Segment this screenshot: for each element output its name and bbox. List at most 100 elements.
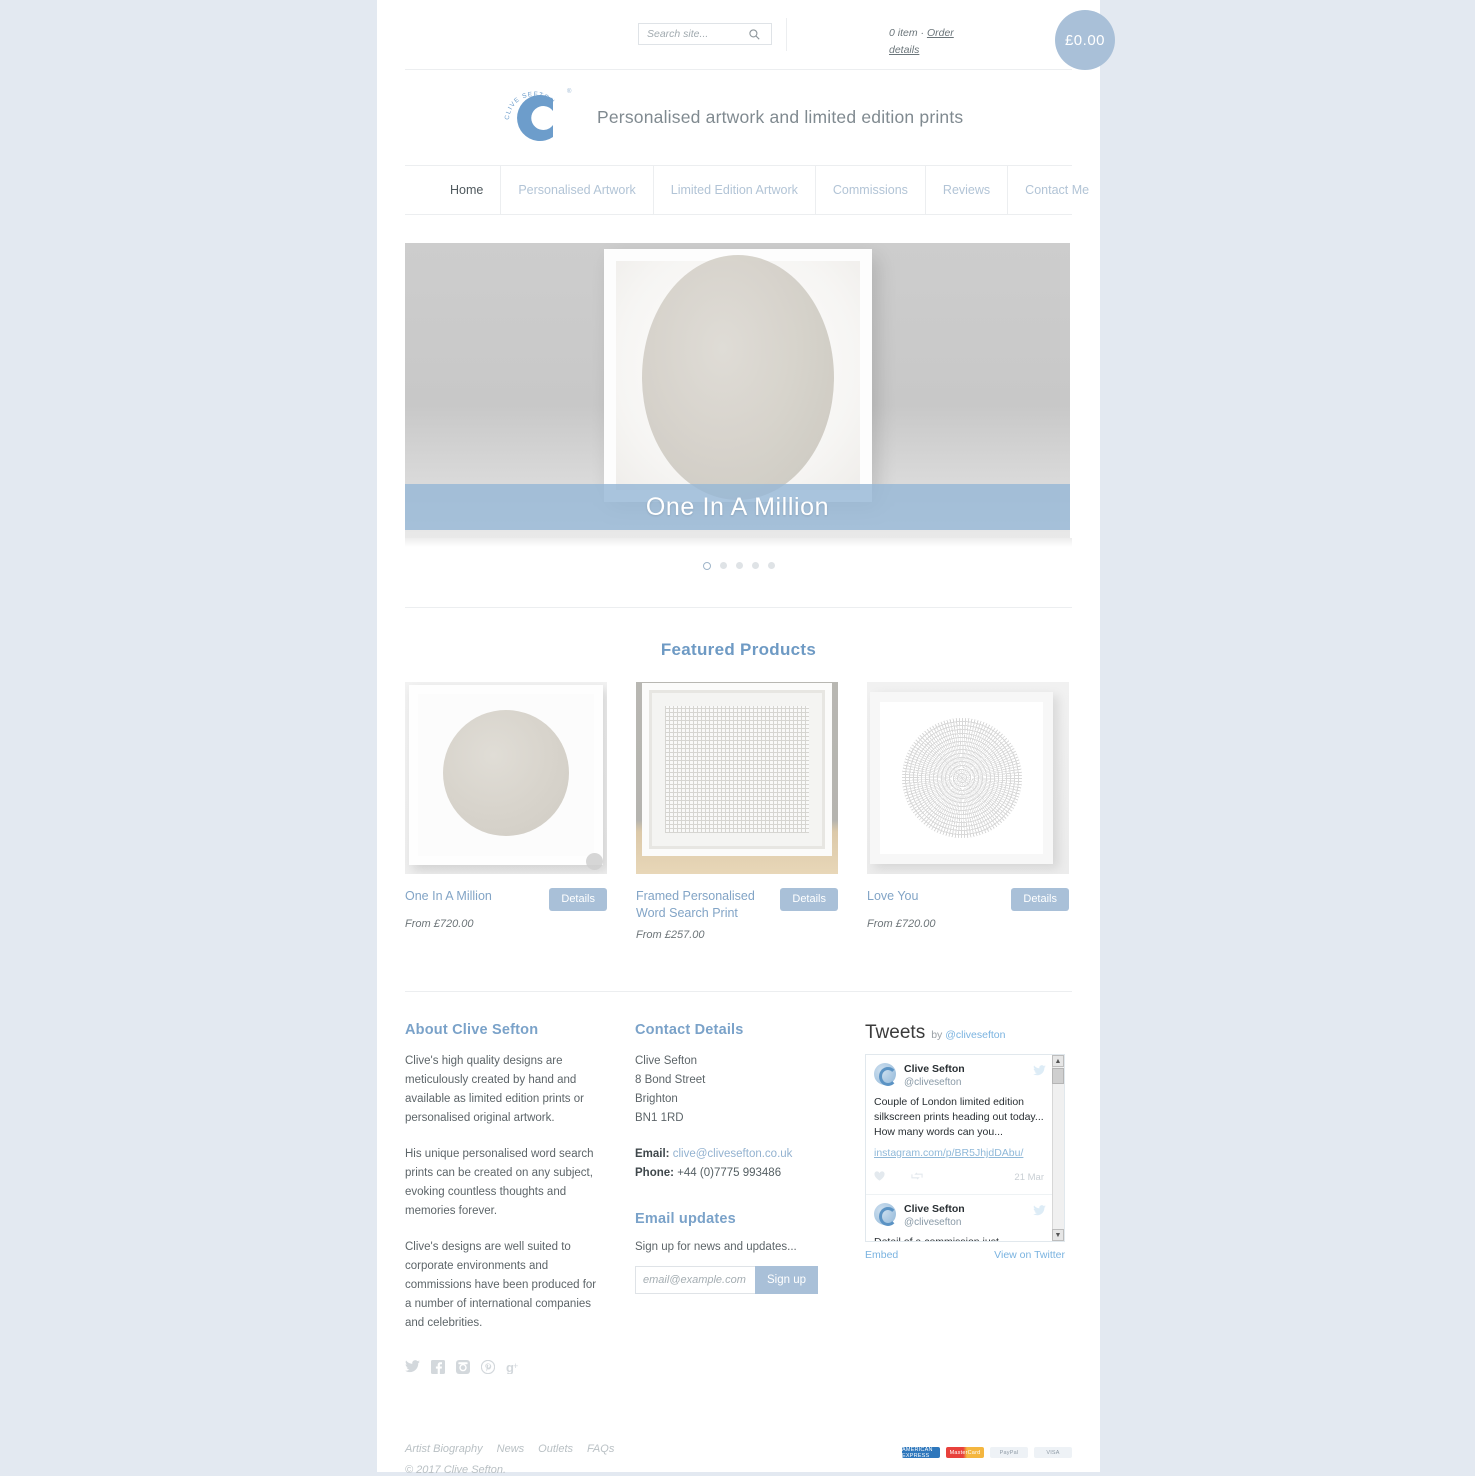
email-label: Email: <box>635 1148 670 1160</box>
product-name[interactable]: Framed Personalised Word Search Print <box>636 888 761 922</box>
facebook-icon[interactable] <box>431 1360 445 1379</box>
googleplus-icon[interactable]: g + <box>506 1360 522 1379</box>
contact-address: Clive Sefton 8 Bond Street Brighton BN1 … <box>635 1052 835 1128</box>
mastercard-icon: MasterCard <box>946 1447 984 1458</box>
nav-label: Home <box>450 183 484 197</box>
tweet-item[interactable]: Clive Sefton @clivesefton Detail of a co… <box>866 1195 1064 1242</box>
scroll-up-arrow-icon[interactable]: ▲ <box>1052 1055 1064 1067</box>
tweet-author-handle: @clivesefton <box>904 1217 962 1228</box>
hero-artwork-circle <box>641 255 834 500</box>
scroll-down-arrow-icon[interactable]: ▼ <box>1052 1229 1064 1241</box>
scrollbar-thumb[interactable] <box>1052 1068 1064 1084</box>
product-thumbnail[interactable] <box>636 682 838 874</box>
pinterest-icon[interactable] <box>480 1359 496 1379</box>
hero-artwork-frame <box>603 249 872 502</box>
nav-item-reviews[interactable]: Reviews <box>924 166 1007 214</box>
email-field[interactable] <box>635 1266 755 1294</box>
visa-icon: VISA <box>1034 1447 1072 1458</box>
hero-slide[interactable]: One In A Million <box>405 243 1070 538</box>
embed-link[interactable]: Embed <box>865 1249 898 1261</box>
product-price: From £257.00 <box>636 929 705 941</box>
product-name[interactable]: One In A Million <box>405 888 492 905</box>
svg-text:®: ® <box>567 88 572 95</box>
product-details-button[interactable]: Details <box>1011 888 1069 911</box>
twitter-bird-icon <box>1033 1063 1046 1081</box>
cart-total: £0.00 <box>1064 31 1106 49</box>
utility-bar: 0 item · Order details £0.00 <box>405 0 1115 70</box>
signup-button[interactable]: Sign up <box>755 1266 819 1294</box>
twitter-handle-link[interactable]: @clivesefton <box>945 1029 1005 1041</box>
about-title: About Clive Sefton <box>405 1022 539 1038</box>
nav-label: Limited Edition Artwork <box>670 183 798 197</box>
footer-link-artist-biography[interactable]: Artist Biography <box>405 1443 483 1455</box>
about-column: About Clive Sefton Clive's high quality … <box>405 1022 605 1379</box>
view-on-twitter-link[interactable]: View on Twitter <box>994 1249 1065 1261</box>
c-logo-icon: CLIVE SEFTON ® <box>504 88 572 141</box>
section-divider <box>405 607 1072 608</box>
about-paragraph: Clive's designs are well suited to corpo… <box>405 1241 597 1329</box>
footer-link-faqs[interactable]: FAQs <box>587 1443 614 1455</box>
tweet-link[interactable]: instagram.com/p/BR5JhjdDAbu/ <box>874 1147 1023 1159</box>
instagram-icon[interactable] <box>456 1360 470 1379</box>
watermark-icon <box>586 853 603 870</box>
slider-dot-4[interactable] <box>751 562 759 569</box>
product-details-button[interactable]: Details <box>549 888 607 911</box>
nav-item-personalised-artwork[interactable]: Personalised Artwork <box>500 166 652 214</box>
email-link[interactable]: clive@clivesefton.co.uk <box>673 1148 793 1160</box>
tweet-date: 21 Mar <box>1014 1171 1044 1183</box>
artwork-frame <box>870 692 1053 864</box>
product-name[interactable]: Love You <box>867 888 918 905</box>
like-icon[interactable] <box>874 1168 885 1186</box>
copyright: © 2017 Clive Sefton. <box>405 1464 507 1476</box>
nav-item-home[interactable]: Home <box>433 166 500 214</box>
slider-dot-3[interactable] <box>735 562 743 569</box>
tweet-item[interactable]: Clive Sefton @clivesefton Couple of Lond… <box>866 1055 1064 1195</box>
footer-link-news[interactable]: News <box>497 1443 525 1455</box>
retweet-icon[interactable] <box>911 1168 923 1186</box>
email-updates-note: Sign up for news and updates... <box>635 1241 797 1253</box>
tweet-actions: 21 Mar <box>874 1168 1046 1186</box>
product-details-button[interactable]: Details <box>780 888 838 911</box>
twitter-icon[interactable] <box>405 1360 420 1379</box>
featured-products-title: Featured Products <box>660 640 817 659</box>
artwork-circle <box>443 710 569 837</box>
cart-total-bubble[interactable]: £0.00 <box>1055 10 1115 70</box>
page-root: 0 item · Order details £0.00 <box>0 0 1475 1476</box>
tweet-text: Detail of a commission just completed, c… <box>874 1236 999 1242</box>
product-price: From £720.00 <box>405 918 474 930</box>
twitter-footer: Embed View on Twitter <box>865 1249 1065 1261</box>
footer-link-outlets[interactable]: Outlets <box>538 1443 573 1455</box>
artwork-frame <box>409 685 603 865</box>
cart-separator: · <box>920 27 925 39</box>
about-paragraph: Clive's high quality designs are meticul… <box>405 1055 584 1124</box>
hero-artwork-mat <box>615 255 860 500</box>
wordsearch-grid <box>665 706 809 833</box>
tweet-author-name: Clive Sefton <box>904 1063 965 1075</box>
product-thumbnail[interactable] <box>867 682 1069 874</box>
contact-postcode: BN1 1RD <box>635 1112 684 1124</box>
footer-columns: About Clive Sefton Clive's high quality … <box>405 1022 1072 1379</box>
search-box[interactable] <box>638 23 772 45</box>
search-icon[interactable] <box>743 28 765 40</box>
payment-icons: AMERICAN EXPRESS MasterCard PayPal VISA <box>902 1447 1072 1459</box>
nav-item-commissions[interactable]: Commissions <box>814 166 925 214</box>
contact-title: Contact Details <box>635 1022 744 1038</box>
slider-dot-1[interactable] <box>702 562 711 570</box>
contact-details: Email: clive@clivesefton.co.uk Phone: +4… <box>635 1145 835 1183</box>
twitter-column: Tweets by @clivesefton Clive Sefton @cli… <box>865 1022 1070 1379</box>
search-input[interactable] <box>639 28 743 40</box>
tweet-author: Clive Sefton @clivesefton <box>904 1063 1046 1089</box>
product-thumbnail[interactable] <box>405 682 607 874</box>
nav-item-limited-edition-artwork[interactable]: Limited Edition Artwork <box>652 166 815 214</box>
slider-dots <box>405 562 1072 570</box>
hero-slider[interactable]: One In A Million <box>405 243 1072 570</box>
slider-dot-5[interactable] <box>767 562 775 569</box>
slider-dot-2[interactable] <box>719 562 727 569</box>
logo[interactable]: CLIVE SEFTON ® <box>497 83 575 153</box>
about-paragraph: His unique personalised word search prin… <box>405 1148 594 1217</box>
twitter-timeline[interactable]: Clive Sefton @clivesefton Couple of Lond… <box>865 1054 1065 1242</box>
tweet-author-handle: @clivesefton <box>904 1077 962 1088</box>
nav-item-contact-me[interactable]: Contact Me <box>1007 166 1106 214</box>
avatar <box>874 1203 897 1226</box>
bottom-left: Artist Biography News Outlets FAQs © 201… <box>405 1443 614 1476</box>
